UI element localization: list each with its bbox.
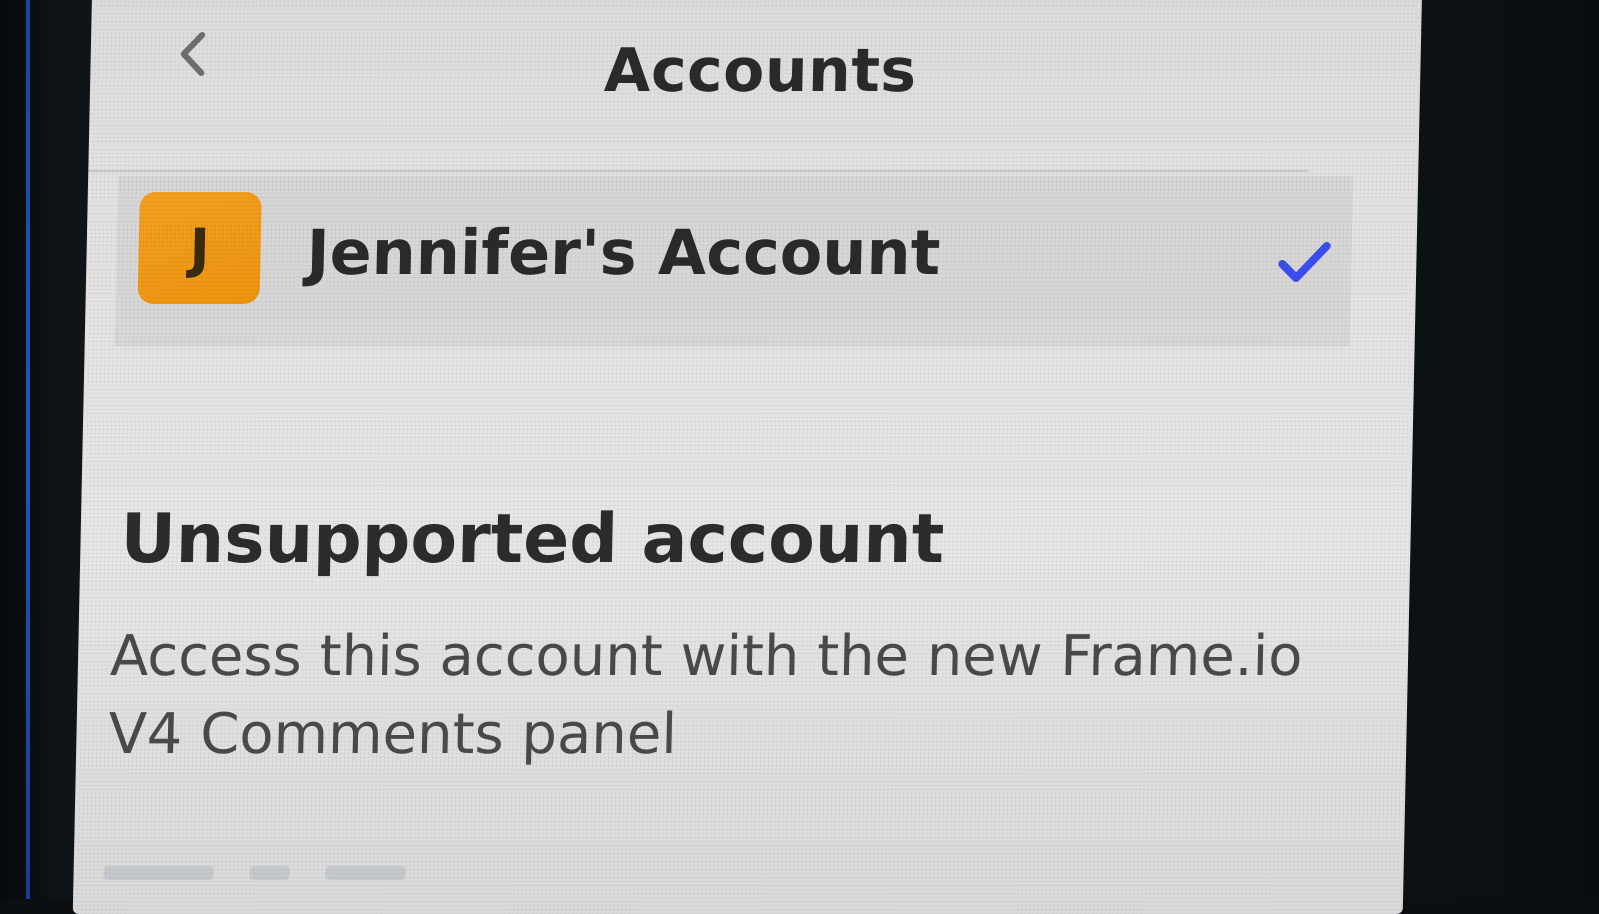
- checkmark-icon: [1276, 238, 1333, 286]
- panel-header: Accounts: [89, 0, 1422, 150]
- unsupported-account-description: Access this account with the new Frame.i…: [108, 618, 1391, 774]
- screen-edge-glow: [26, 0, 30, 899]
- page-title: Accounts: [603, 36, 918, 106]
- cutoff-content: [103, 856, 704, 886]
- accounts-panel: Accounts J Jennifer's Account Unsupporte…: [72, 0, 1422, 914]
- description-line-2: V4 Comments panel: [107, 702, 678, 767]
- header-divider: [88, 170, 1309, 172]
- unsupported-account-heading: Unsupported account: [119, 500, 946, 579]
- account-row-jennifer[interactable]: J Jennifer's Account: [114, 176, 1354, 346]
- avatar: J: [137, 192, 262, 304]
- description-line-1: Access this account with the new Frame.i…: [109, 624, 1304, 689]
- account-name: Jennifer's Account: [305, 216, 942, 289]
